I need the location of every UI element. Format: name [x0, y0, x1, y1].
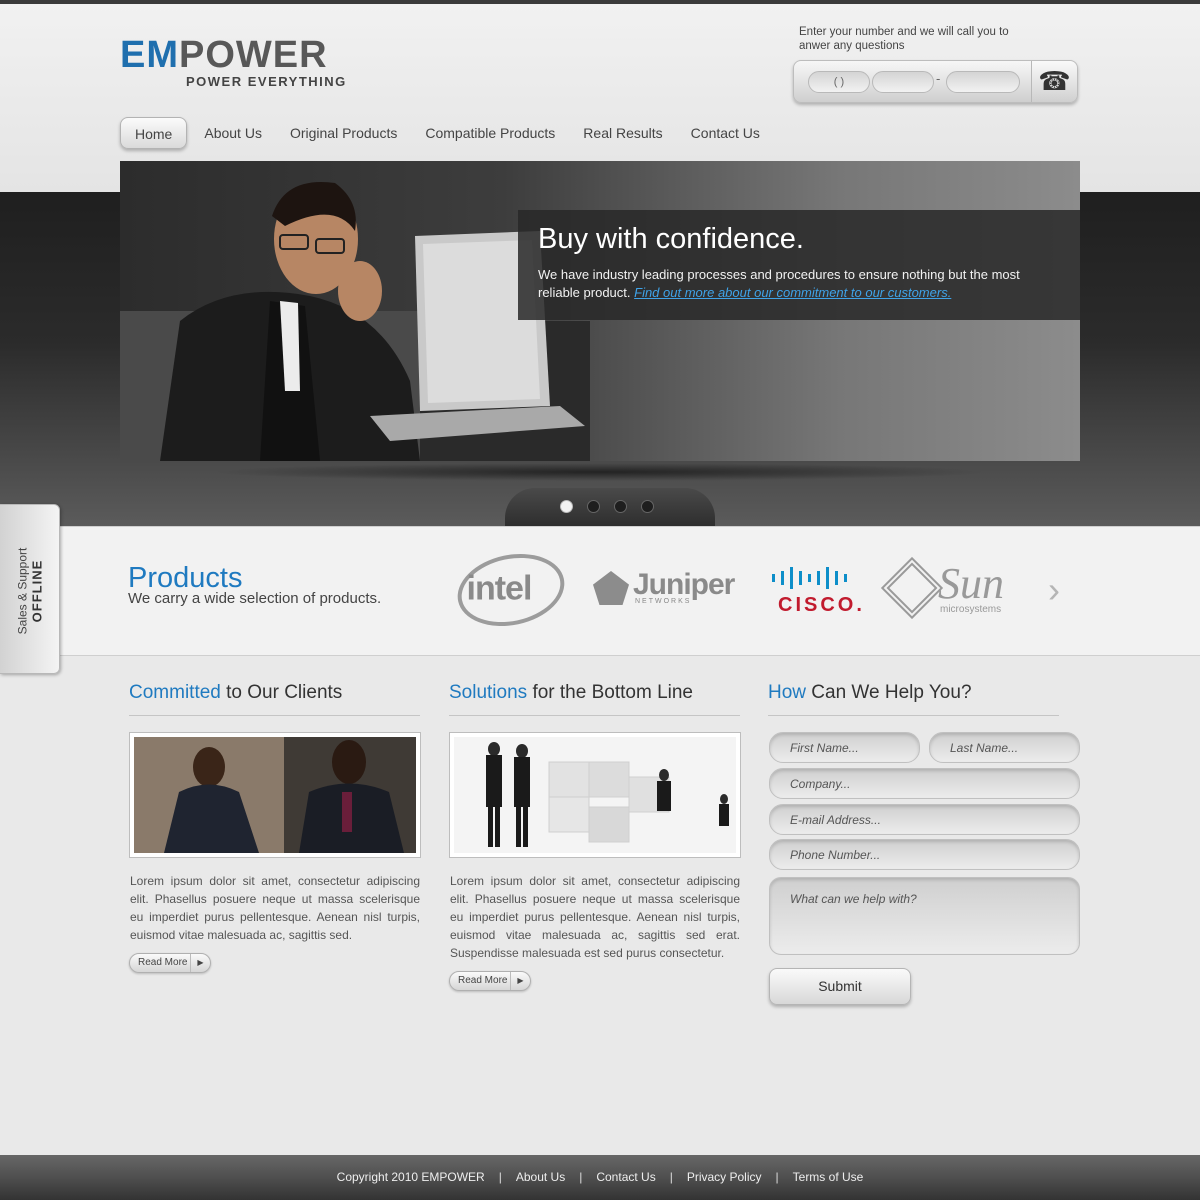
- cisco-logo[interactable]: CISCO.: [770, 566, 870, 616]
- divider: [129, 715, 420, 716]
- committed-text: Lorem ipsum dolor sit amet, consectetur …: [130, 874, 420, 942]
- juniper-logo[interactable]: Juniper NETWORKS: [593, 568, 743, 608]
- nav-about-us[interactable]: About Us: [190, 117, 276, 149]
- solutions-photo: [449, 732, 741, 858]
- read-more-label: Read More: [458, 975, 508, 986]
- callback-widget: ( ) - ☎: [793, 60, 1078, 103]
- solutions-photo-art: [454, 737, 736, 853]
- slide-dot-2[interactable]: [587, 500, 600, 513]
- footer-privacy-policy-link[interactable]: Privacy Policy: [687, 1170, 762, 1184]
- solutions-photo-image: [454, 737, 736, 853]
- first-name-input[interactable]: First Name...: [769, 732, 920, 763]
- cisco-wordmark: CISCO.: [778, 594, 865, 616]
- sales-support-label: Sales & Support OFFLINE: [16, 548, 45, 635]
- footer-separator: |: [579, 1170, 583, 1184]
- footer-contact-us-link[interactable]: Contact Us: [596, 1170, 655, 1184]
- slide-dot-1[interactable]: [560, 500, 573, 513]
- nav-original-products[interactable]: Original Products: [276, 117, 411, 149]
- logo-power: POWER: [179, 34, 328, 76]
- company-input[interactable]: Company...: [769, 768, 1080, 799]
- footer-links: Copyright 2010 EMPOWER | About Us | Contact …: [0, 1170, 1200, 1184]
- help-heading-highlight: How: [768, 682, 807, 703]
- committed-read-more-button[interactable]: Read More ▶: [129, 953, 211, 973]
- callback-text: Enter your number and we will call you t…: [799, 26, 1009, 52]
- call-me-button[interactable]: ☎: [1031, 61, 1077, 102]
- logo-em: EM: [120, 34, 179, 76]
- juniper-tree-icon: [593, 571, 629, 605]
- telephone-icon: ☎: [1038, 66, 1071, 96]
- products-subtitle: We carry a wide selection of products.: [128, 590, 382, 607]
- sun-diamond-icon: [880, 556, 944, 620]
- juniper-wordmark: Juniper: [633, 568, 735, 601]
- committed-heading-rest: to Our Clients: [220, 682, 343, 703]
- sales-support-status: OFFLINE: [29, 559, 45, 623]
- footer-terms-of-use-link[interactable]: Terms of Use: [793, 1170, 864, 1184]
- sun-microsystems-text: microsystems: [940, 604, 1002, 615]
- solutions-heading-rest: for the Bottom Line: [527, 682, 693, 703]
- phone-input[interactable]: Phone Number...: [769, 839, 1080, 870]
- hero-slide: Buy with confidence. We have industry le…: [120, 161, 1080, 461]
- committed-heading: Committed to Our Clients: [129, 682, 342, 704]
- nav-compatible-products[interactable]: Compatible Products: [411, 117, 569, 149]
- footer-separator: |: [775, 1170, 779, 1184]
- nav-real-results[interactable]: Real Results: [569, 117, 676, 149]
- footer-about-us-link[interactable]: About Us: [516, 1170, 565, 1184]
- arrow-right-icon: ▶: [510, 972, 530, 990]
- arrow-right-icon: ▶: [190, 954, 210, 972]
- intel-wordmark: intel: [466, 569, 532, 608]
- nav-contact-us[interactable]: Contact Us: [677, 117, 774, 149]
- footer-separator: |: [669, 1170, 673, 1184]
- divider: [449, 715, 740, 716]
- slide-dot-4[interactable]: [641, 500, 654, 513]
- footer-separator: |: [498, 1170, 502, 1184]
- solutions-heading-highlight: Solutions: [449, 682, 528, 703]
- cisco-bars-icon: [772, 566, 847, 590]
- clients-photo-image: [134, 737, 416, 853]
- hero-shadow: [210, 463, 990, 481]
- help-heading-rest: Can We Help You?: [806, 682, 972, 703]
- email-input[interactable]: E-mail Address...: [769, 804, 1080, 835]
- message-textarea[interactable]: What can we help with?: [769, 877, 1080, 955]
- chevron-right-icon[interactable]: ›: [1048, 572, 1060, 608]
- sun-wordmark: Sun: [938, 559, 1004, 608]
- phone-prefix-input[interactable]: [872, 71, 934, 93]
- sales-support-title: Sales & Support: [15, 547, 30, 635]
- hero-title: Buy with confidence.: [538, 223, 804, 255]
- slider-dots: [560, 500, 654, 513]
- sales-support-tab[interactable]: Sales & Support OFFLINE: [0, 504, 60, 674]
- last-name-input[interactable]: Last Name...: [929, 732, 1080, 763]
- solutions-text: Lorem ipsum dolor sit amet, consectetur …: [450, 874, 740, 960]
- solutions-heading: Solutions for the Bottom Line: [449, 682, 693, 704]
- slide-dot-3[interactable]: [614, 500, 627, 513]
- logo-tagline: POWER EVERYTHING: [186, 74, 347, 89]
- juniper-networks-text: NETWORKS: [635, 598, 692, 605]
- nav-home[interactable]: Home: [120, 117, 188, 149]
- committed-heading-highlight: Committed: [129, 682, 221, 703]
- clients-photo: [129, 732, 421, 858]
- solutions-read-more-button[interactable]: Read More ▶: [449, 971, 531, 991]
- hero-commitment-link[interactable]: Find out more about our commitment to ou…: [634, 285, 951, 300]
- hero-caption: Buy with confidence. We have industry le…: [518, 210, 1080, 320]
- brand-logo[interactable]: EMPOWER POWER EVERYTHING: [120, 36, 350, 96]
- read-more-label: Read More: [138, 957, 188, 968]
- phone-area-code-input[interactable]: ( ): [808, 71, 870, 93]
- sun-logo[interactable]: Sun microsystems: [880, 556, 1020, 622]
- phone-dash: -: [936, 71, 941, 86]
- hero-text: We have industry leading processes and p…: [538, 266, 1060, 302]
- logo-wordmark: EMPOWER: [120, 36, 350, 74]
- clients-photo-art: [134, 737, 416, 853]
- submit-button[interactable]: Submit: [769, 968, 911, 1005]
- footer-copyright: Copyright 2010 EMPOWER: [336, 1170, 485, 1184]
- phone-line-input[interactable]: [946, 71, 1020, 93]
- main-nav: Home About Us Original Products Compatib…: [120, 116, 774, 150]
- divider: [768, 715, 1059, 716]
- help-heading: How Can We Help You?: [768, 682, 972, 704]
